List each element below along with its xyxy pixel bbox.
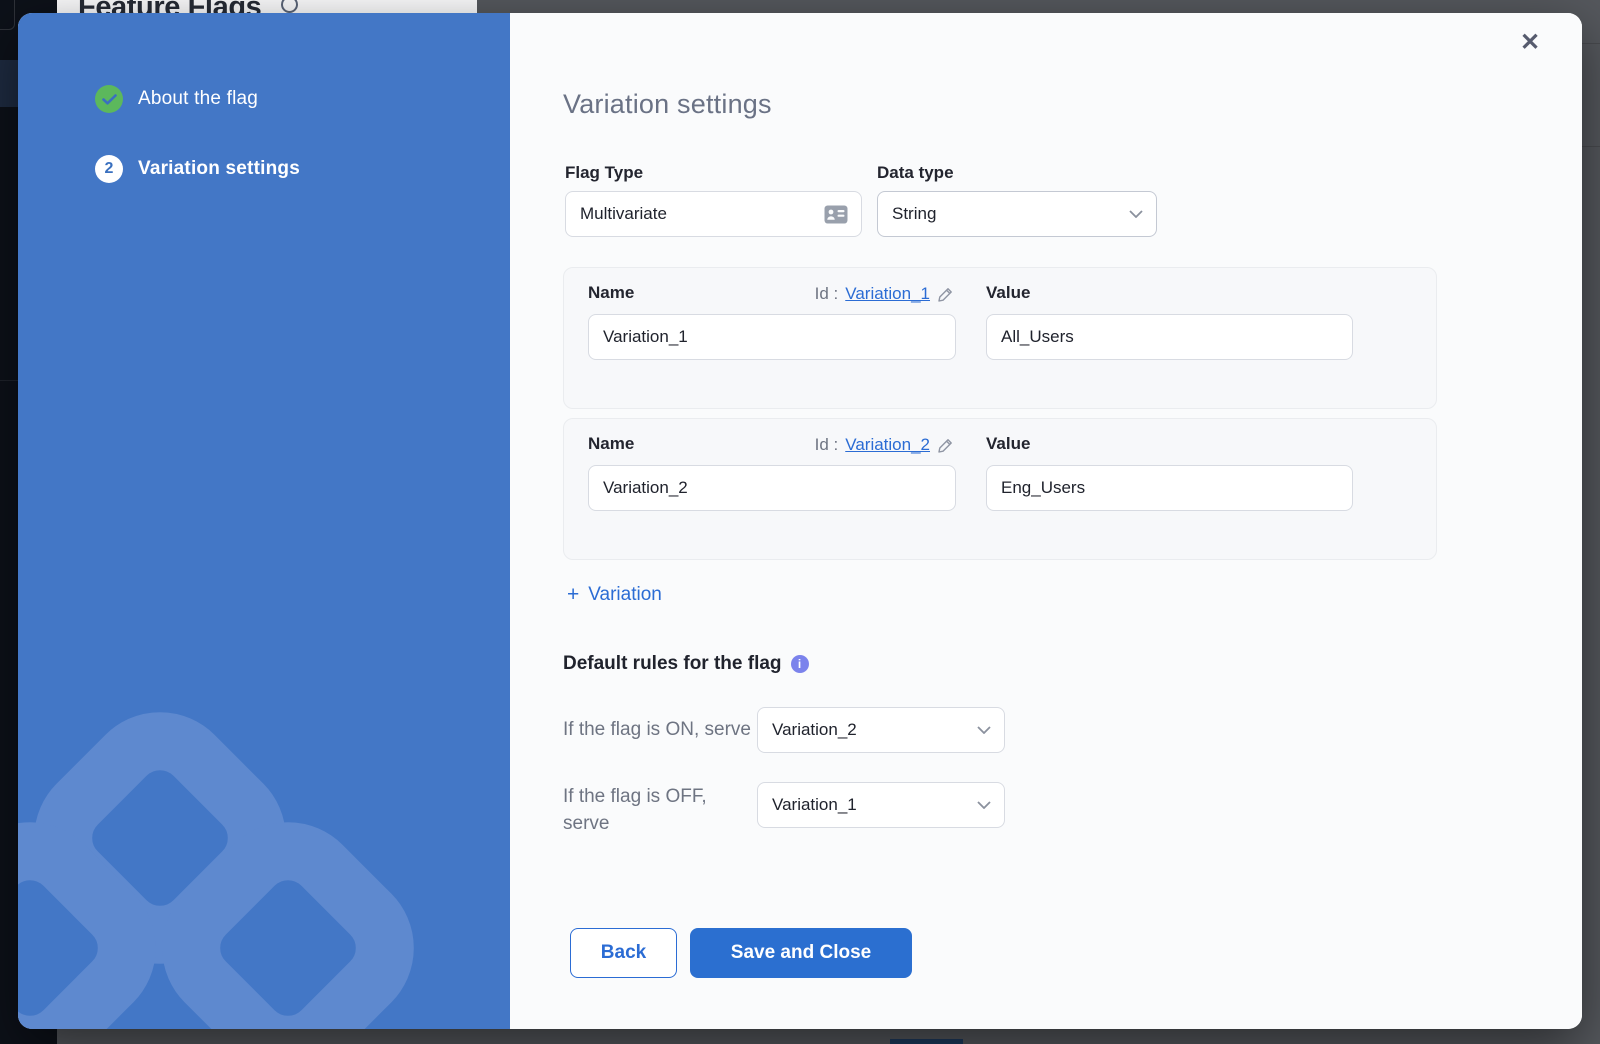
pencil-icon: [937, 437, 954, 454]
variation-name-input[interactable]: [588, 314, 956, 360]
close-icon: ✕: [1520, 29, 1540, 56]
variation-id-link[interactable]: Variation_2: [845, 435, 930, 455]
id-prefix: Id :: [815, 435, 839, 455]
dialog-content: ✕ Variation settings Flag Type Data type…: [510, 13, 1582, 1029]
dialog-title: Variation settings: [563, 89, 772, 120]
variation-id-link[interactable]: Variation_1: [845, 284, 930, 304]
step-item-about-the-flag[interactable]: About the flag: [95, 85, 258, 113]
check-icon: [102, 94, 117, 105]
pencil-icon: [937, 286, 954, 303]
name-label: Name: [588, 283, 634, 303]
id-card-icon: [824, 205, 848, 224]
rule-off-value: Variation_1: [772, 795, 857, 815]
close-button[interactable]: ✕: [1516, 29, 1544, 57]
flag-type-value: Multivariate: [580, 204, 667, 224]
plus-icon: +: [567, 583, 579, 607]
name-label: Name: [588, 434, 634, 454]
step-item-variation-settings[interactable]: 2 Variation settings: [95, 155, 300, 183]
background-divider: [1582, 43, 1600, 44]
info-icon: [281, 0, 298, 13]
id-prefix: Id :: [815, 284, 839, 304]
rule-on-label: If the flag is ON, serve: [563, 707, 751, 753]
screen: Feature Flags: [0, 0, 1600, 1044]
chevron-down-icon: [1129, 210, 1143, 218]
variation-id-group: Id : Variation_1: [815, 284, 954, 304]
step-complete-badge: [95, 85, 123, 113]
background-divider: [1582, 146, 1600, 147]
save-and-close-button[interactable]: Save and Close: [690, 928, 912, 978]
variation-settings-dialog: About the flag 2 Variation settings ✕ Va…: [18, 13, 1582, 1029]
data-type-label: Data type: [877, 163, 954, 183]
flag-type-label: Flag Type: [565, 163, 643, 183]
info-icon[interactable]: i: [791, 655, 809, 673]
step-number-badge: 2: [95, 155, 123, 183]
step-label: Variation settings: [138, 158, 300, 180]
data-type-select[interactable]: String: [877, 191, 1157, 237]
left-nav-corner: [0, 0, 15, 30]
value-label: Value: [986, 283, 1030, 303]
back-button[interactable]: Back: [570, 928, 677, 978]
rule-on-select[interactable]: Variation_2: [757, 707, 1005, 753]
background-page-header: Feature Flags: [57, 0, 477, 13]
edit-id-button[interactable]: [937, 286, 954, 303]
add-variation-label: Variation: [588, 584, 662, 606]
chevron-down-icon: [977, 801, 991, 809]
variation-id-group: Id : Variation_2: [815, 435, 954, 455]
chevron-down-icon: [977, 726, 991, 734]
data-type-value: String: [892, 204, 936, 224]
rule-off-label: If the flag is OFF, serve: [563, 783, 743, 837]
step-number: 2: [105, 160, 114, 178]
add-variation-button[interactable]: + Variation: [567, 583, 662, 607]
variation-value-input[interactable]: [986, 314, 1353, 360]
edit-id-button[interactable]: [937, 437, 954, 454]
flag-type-field: Multivariate: [565, 191, 862, 237]
wizard-sidebar: About the flag 2 Variation settings: [18, 13, 510, 1029]
variation-name-input[interactable]: [588, 465, 956, 511]
rule-on-value: Variation_2: [772, 720, 857, 740]
default-rules-title: Default rules for the flag: [563, 653, 782, 675]
default-rules-heading: Default rules for the flag i: [563, 653, 809, 675]
value-label: Value: [986, 434, 1030, 454]
page-title: Feature Flags: [78, 0, 261, 13]
rule-off-select[interactable]: Variation_1: [757, 782, 1005, 828]
variation-card: Name Id : Variation_1 Value: [563, 267, 1437, 409]
step-label: About the flag: [138, 88, 258, 110]
variation-value-input[interactable]: [986, 465, 1353, 511]
variation-card: Name Id : Variation_2 Value: [563, 418, 1437, 560]
background-button-fragment: [890, 1039, 963, 1044]
info-glyph: i: [798, 657, 801, 671]
